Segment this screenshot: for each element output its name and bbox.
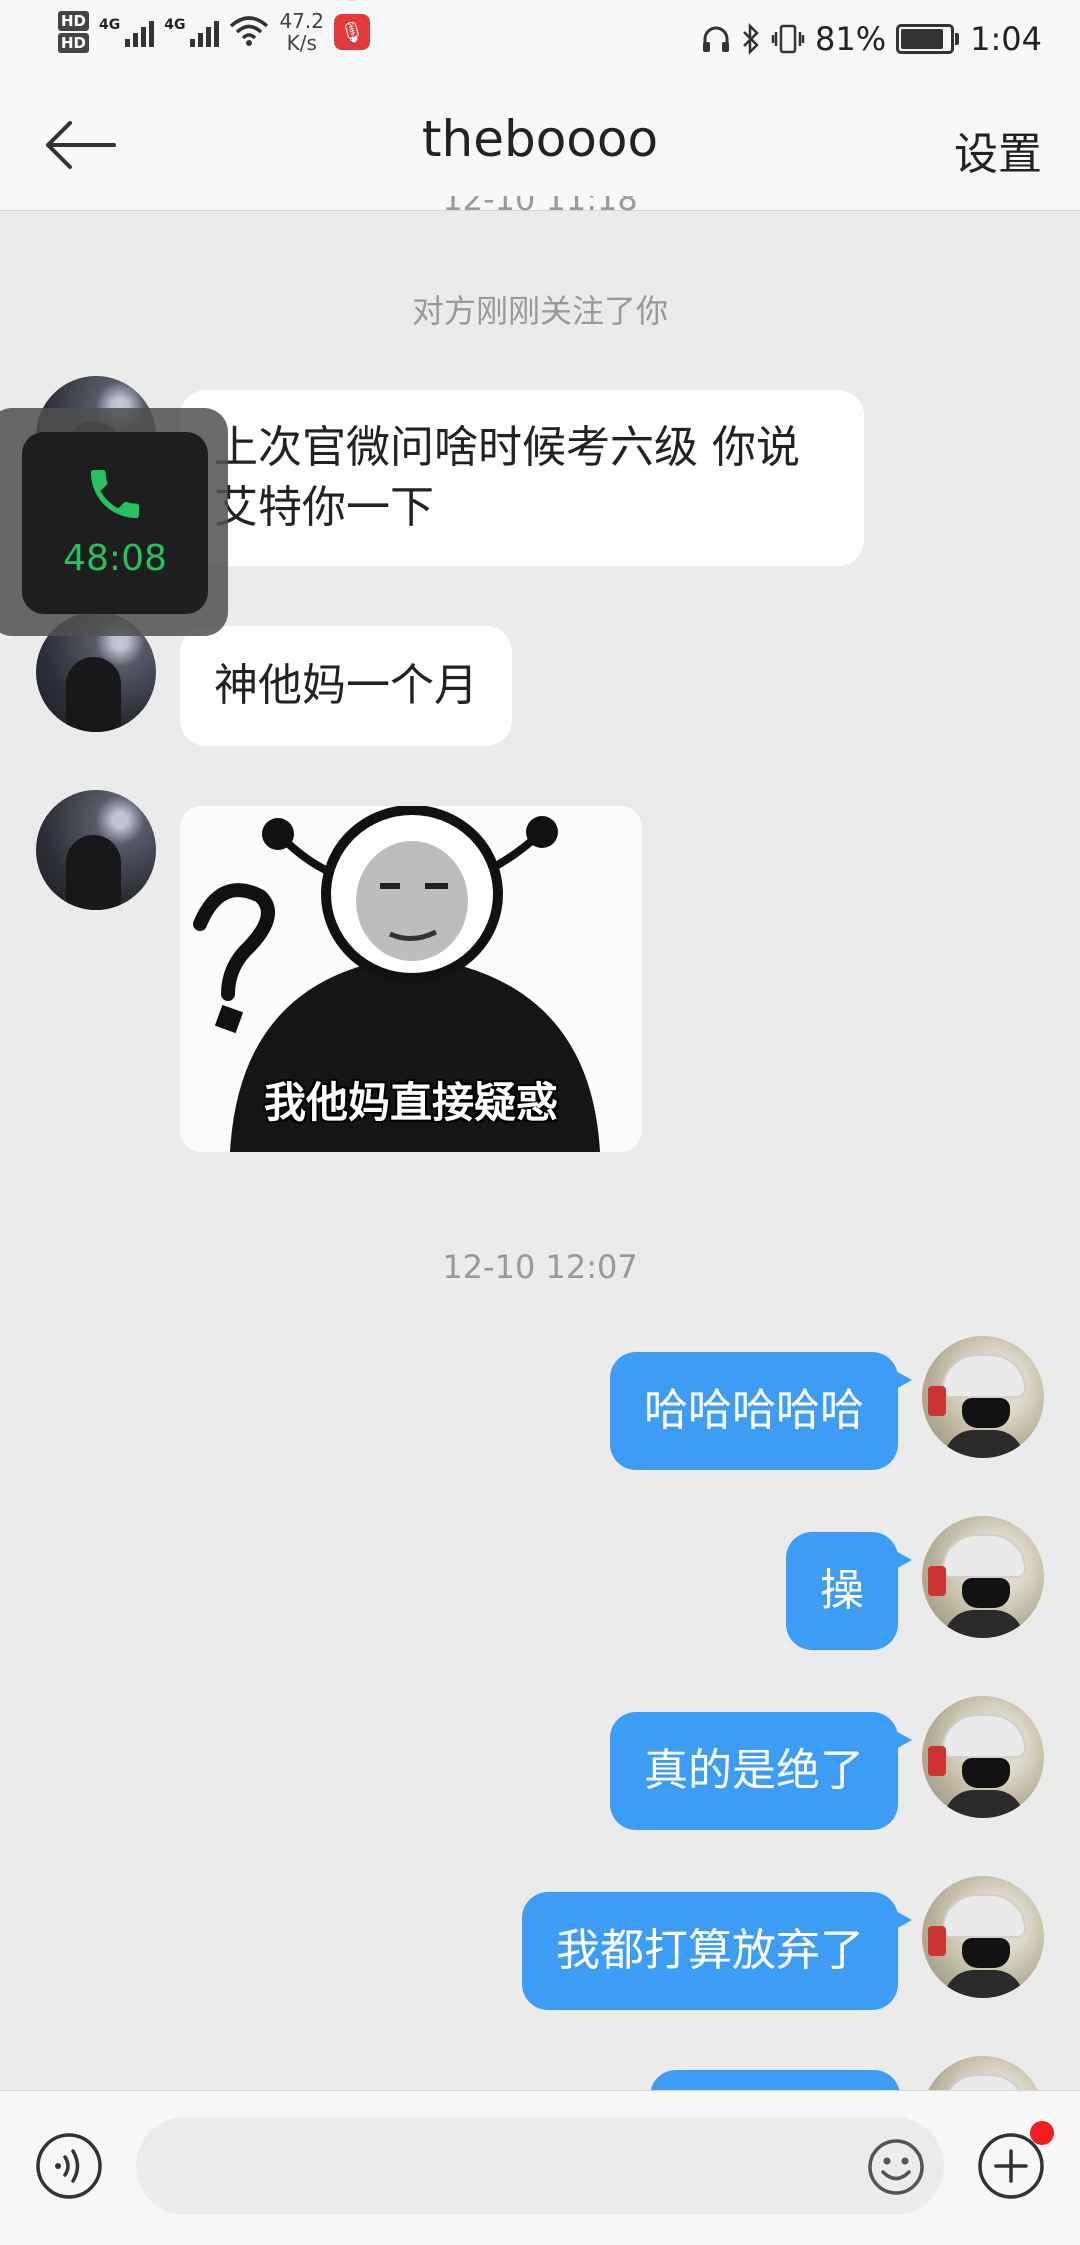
my-avatar[interactable] xyxy=(922,1876,1044,1998)
contact-avatar[interactable] xyxy=(36,790,156,910)
speed-unit: K/s xyxy=(286,31,317,55)
input-bar xyxy=(0,2090,1080,2245)
message-bubble-outgoing[interactable]: 真的是绝了 xyxy=(610,1712,912,1830)
call-panel: 48:08 xyxy=(22,432,208,614)
battery-fill xyxy=(901,29,944,49)
bluetooth-icon xyxy=(743,23,759,55)
vibrate-icon xyxy=(771,24,805,54)
message-bubble-incoming[interactable]: 神他妈一个月 xyxy=(180,626,512,746)
message-input[interactable] xyxy=(136,2117,944,2215)
my-avatar[interactable] xyxy=(922,1336,1044,1458)
wifi-icon xyxy=(230,16,269,46)
chat-header: theboooo 设置 xyxy=(0,80,1080,211)
signal-icon-1: 4G xyxy=(99,17,155,47)
signal-icon-2: 4G xyxy=(164,17,220,47)
hd1-badge: HD xyxy=(58,11,90,31)
network-speed: 47.2 K/s xyxy=(279,10,324,54)
hd2-badge: HD xyxy=(58,33,90,53)
system-notice: 对方刚刚关注了你 xyxy=(411,292,668,330)
emoji-icon[interactable] xyxy=(866,2137,926,2197)
notification-dot xyxy=(1030,2121,1054,2145)
my-avatar[interactable] xyxy=(922,1696,1044,1818)
sticker-image[interactable]: 我他妈直接疑惑 xyxy=(180,806,642,1152)
voice-input-icon[interactable] xyxy=(34,2131,104,2201)
message-bubble-incoming[interactable]: 上次官微问啥时候考六级 你说艾特你一下 xyxy=(180,390,864,566)
chat-title: theboooo xyxy=(421,110,659,168)
network-type-1: 4G xyxy=(99,17,121,33)
call-duration: 48:08 xyxy=(63,538,167,579)
headphones-icon xyxy=(703,26,730,52)
floating-call-widget[interactable]: 48:08 xyxy=(0,408,228,636)
sticker-caption: 我他妈直接疑惑 xyxy=(263,1078,558,1127)
timestamp-partial-text: 12-10 11:18 xyxy=(442,196,638,218)
message-bubble-outgoing[interactable]: 我都打算放弃了 xyxy=(522,1892,912,2010)
message-bubble-outgoing[interactable]: 操 xyxy=(786,1532,912,1650)
clock: 1:04 xyxy=(970,20,1042,58)
speed-value: 47.2 xyxy=(279,9,325,33)
hd-indicators: HD HD xyxy=(58,11,90,53)
status-bar: HD HD 4G 4G 47.2 K/s 🎙 81% 1:04 xyxy=(0,0,1080,80)
battery-percent: 81% xyxy=(815,20,887,58)
phone-icon xyxy=(91,470,139,518)
message-bubble-outgoing[interactable]: 哈哈哈哈哈 xyxy=(610,1352,912,1470)
timestamp: 12-10 12:07 xyxy=(442,1248,638,1286)
network-type-2: 4G xyxy=(164,17,186,33)
my-avatar[interactable] xyxy=(922,1516,1044,1638)
microphone-icon: 🎙 xyxy=(334,14,371,50)
battery-icon xyxy=(896,24,960,54)
status-right: 81% 1:04 xyxy=(701,20,1042,58)
settings-button[interactable]: 设置 xyxy=(954,118,1042,182)
status-left: HD HD 4G 4G 47.2 K/s 🎙 xyxy=(58,10,371,54)
timestamp-partial: 12-10 11:18 xyxy=(0,196,1080,232)
